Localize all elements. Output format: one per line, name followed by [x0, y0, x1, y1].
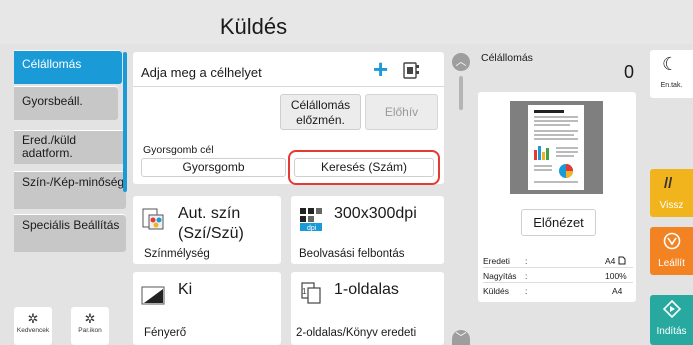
color-mode-value: Aut. szín (Szí/Szü)	[178, 205, 244, 242]
info-value: 100%	[605, 271, 627, 281]
info-value: A4	[605, 256, 616, 266]
resolution-label: Beolvasási felbontás	[299, 248, 405, 260]
star-gear-icon: ✲	[27, 311, 39, 326]
history-label: Célállomás előzmén.	[290, 98, 351, 127]
stop-icon	[663, 232, 681, 250]
tab-color-quality[interactable]: Szín-/Kép-minőség	[14, 171, 126, 209]
divider	[133, 86, 444, 87]
scroll-down-button[interactable]: ﹀	[452, 330, 470, 345]
tab-original-format[interactable]: Ered./küld adatform.	[14, 130, 126, 164]
tab-label: Ered./küld adatform.	[22, 133, 77, 160]
tab-quick-setup[interactable]: Gyorsbeáll.	[14, 86, 118, 120]
energy-saver-label: En.tak.	[660, 82, 683, 89]
start-label: Indítás	[656, 326, 687, 337]
tab-label: Szín-/Kép-minőség	[22, 175, 125, 189]
resolution-value: 300x300dpi	[334, 205, 417, 222]
info-value: A4	[612, 286, 623, 296]
favorites-label: Kedvencek	[16, 327, 50, 334]
sidebar-scrollbar[interactable]	[123, 52, 127, 192]
quick-key-button[interactable]: Gyorsgomb	[141, 158, 286, 177]
color-mode-label: Színmélység	[144, 248, 210, 260]
divider	[483, 282, 633, 283]
preview-panel-title: Célállomás	[481, 52, 533, 64]
info-key: Küldés	[483, 286, 509, 296]
duplex-value: 1-oldalas	[334, 281, 399, 298]
preview-label: Előnézet	[533, 215, 584, 230]
info-key: Nagyítás	[483, 271, 517, 281]
gear-icon: ✲	[84, 311, 96, 326]
program-icon-button[interactable]: ✲ Par.ikon	[71, 307, 109, 345]
stop-label: Leállít	[658, 258, 685, 269]
preview-button[interactable]: Előnézet	[521, 209, 596, 236]
info-sep: :	[525, 256, 528, 266]
portrait-orientation-icon	[618, 256, 626, 265]
search-by-number-button[interactable]: Keresés (Szám)	[294, 158, 434, 177]
scroll-up-button[interactable]: ︿	[452, 53, 470, 71]
tab-label: Gyorsbeáll.	[22, 94, 83, 108]
start-button[interactable]: Indítás	[650, 295, 693, 345]
tab-label: Célállomás	[22, 57, 82, 71]
search-label: Keresés (Szám)	[320, 160, 408, 174]
duplex-icon: 1	[301, 282, 321, 304]
brightness-icon	[141, 286, 165, 305]
tab-destination[interactable]: Célállomás	[14, 50, 122, 84]
stop-button[interactable]: Leállít	[650, 227, 693, 275]
back-button[interactable]: // Vissz	[650, 169, 693, 217]
favorites-button[interactable]: ✲ Kedvencek	[14, 307, 52, 345]
recall-label: Előhív	[384, 105, 419, 119]
quick-key-caption: Gyorsgomb cél	[143, 144, 214, 156]
svg-text:dpi: dpi	[307, 225, 317, 232]
start-icon	[663, 300, 681, 318]
info-sep: :	[525, 271, 528, 281]
moon-icon: ☾	[662, 54, 679, 74]
document-preview-image	[528, 105, 584, 190]
color-mode-icon	[142, 208, 164, 230]
back-icon: //	[664, 175, 673, 192]
program-icon-label: Par.ikon	[78, 327, 102, 334]
recall-button[interactable]: Előhív	[365, 94, 438, 130]
address-book-icon[interactable]	[403, 62, 419, 80]
duplex-label: 2-oldalas/Könyv eredeti	[296, 327, 417, 339]
brightness-value: Ki	[178, 281, 193, 298]
info-key: Eredeti	[483, 256, 510, 266]
svg-text:1: 1	[302, 287, 307, 296]
brightness-label: Fényerő	[144, 327, 187, 339]
energy-saver-button[interactable]: ☾ En.tak.	[650, 50, 693, 98]
divider	[483, 267, 633, 268]
add-destination-icon[interactable]: +	[373, 55, 388, 83]
info-sep: :	[525, 286, 528, 296]
quick-key-label: Gyorsgomb	[182, 160, 245, 174]
destination-count: 0	[624, 62, 635, 82]
back-label: Vissz	[659, 200, 684, 211]
content-scrollbar[interactable]	[459, 76, 463, 110]
dpi-icon: dpi	[298, 206, 324, 232]
tab-label: Speciális Beállítás	[22, 218, 120, 232]
destination-input[interactable]: Adja meg a célhelyet	[141, 65, 262, 80]
page-title: Küldés	[219, 14, 288, 39]
tab-advanced-setup[interactable]: Speciális Beállítás	[14, 214, 126, 252]
destination-history-button[interactable]: Célállomás előzmén.	[280, 94, 361, 130]
